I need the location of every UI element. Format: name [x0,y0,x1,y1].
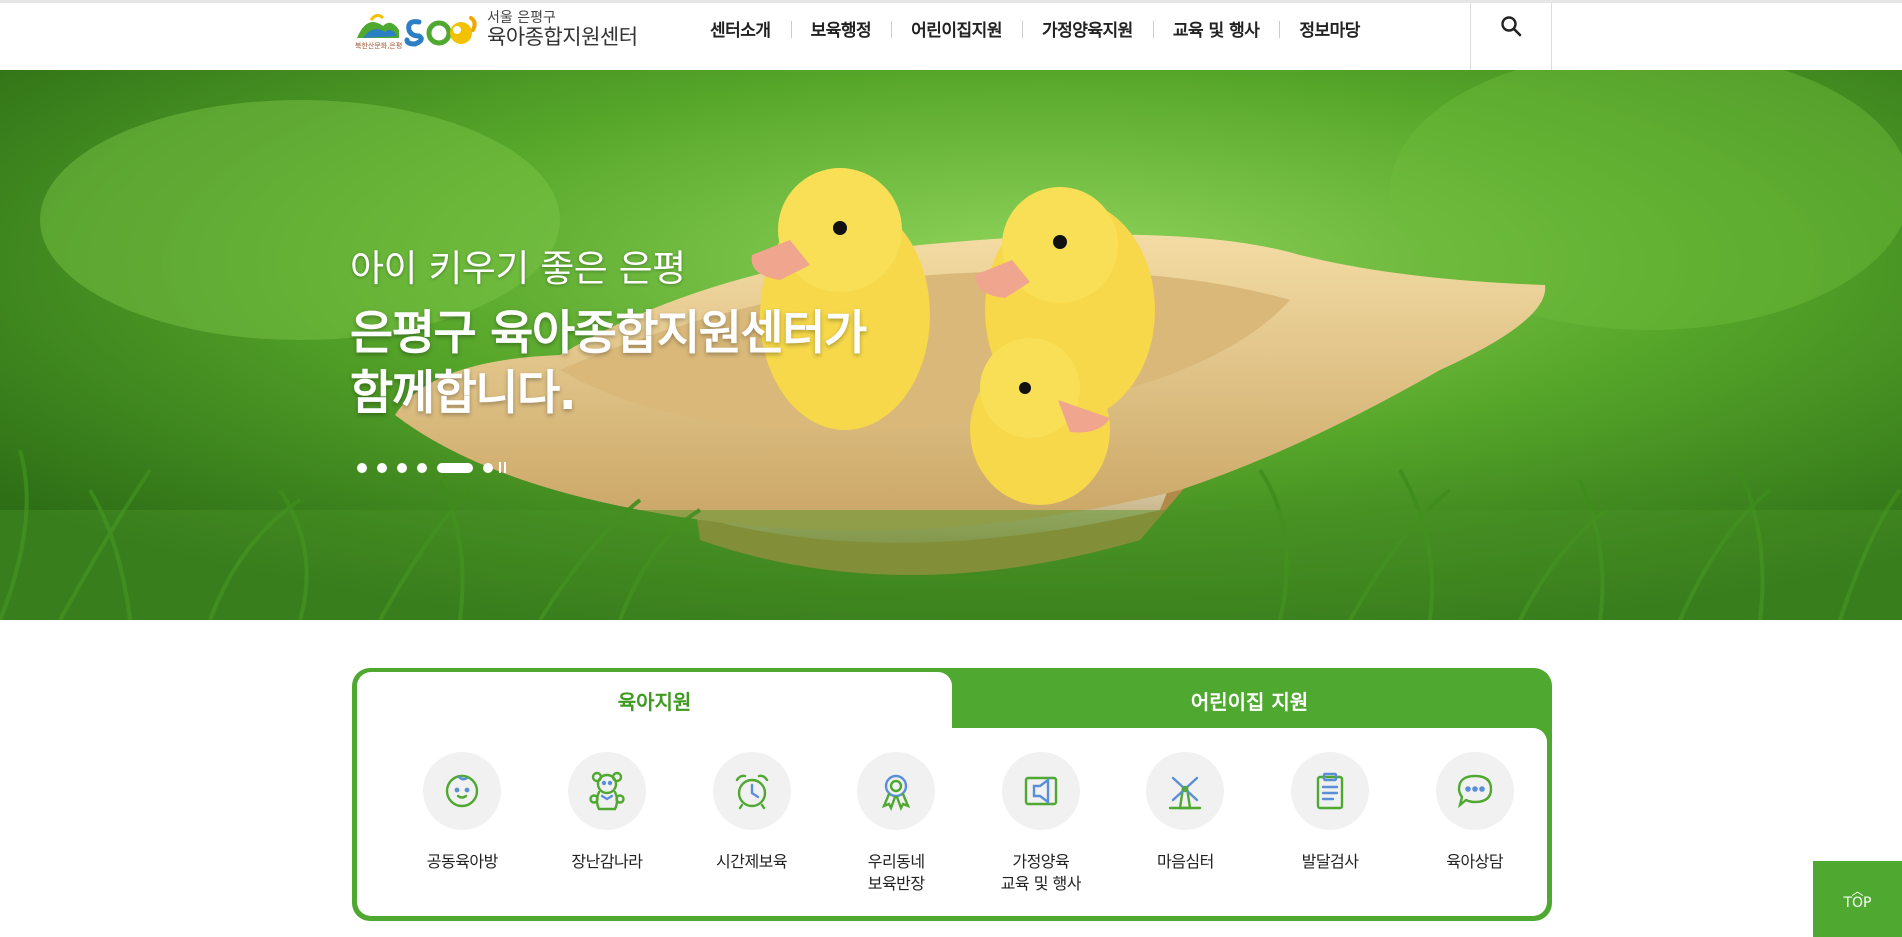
slide-pagination [357,462,506,473]
slide-dot-6[interactable] [483,462,493,473]
badge-ribbon-icon [881,774,911,812]
service-item-hourly-care[interactable]: 시간제보육 [679,728,824,895]
speaker-icon [1024,776,1058,806]
search-icon [1501,16,1522,37]
top-button-label: TOP [1843,895,1872,911]
nav-item-daycare-support[interactable]: 어린이집지원 [891,16,1022,41]
logo-slogan: 북한산문화,은평 [355,41,402,50]
windmill-icon [1169,776,1202,810]
service-icon-circle [567,752,646,830]
slide-dot-3[interactable] [397,462,407,473]
hero-title-line2: 함께합니다. [350,366,577,421]
service-label: 시간제보육 [716,852,788,871]
site-logo[interactable]: 북한산문화,은평 서울 은평구 육아종합지원센터 [353,7,643,53]
nav-item-info[interactable]: 정보마당 [1279,16,1380,41]
clipboard-icon [1316,772,1344,810]
tab-parenting-support[interactable]: 육아지원 [357,672,952,728]
service-icon-circle [1435,752,1514,830]
service-icon-circle [1146,752,1225,830]
service-tabs: 육아지원 어린이집 지원 공동육아방 장난감나라 시간제보육 우리동네 보육반장… [352,668,1552,921]
site-header: 북한산문화,은평 서울 은평구 육아종합지원센터 센터소개 보육행정 어린이집지… [0,3,1902,70]
service-label: 우리동네 보육반장 [867,852,925,893]
hero-ducklings-image [0,70,1902,620]
alarm-clock-icon [735,774,768,810]
service-icon-circle [1001,752,1080,830]
slide-dot-1[interactable] [357,462,367,473]
service-label: 발달검사 [1301,852,1359,871]
chevron-up-icon: ︿ [1851,884,1864,898]
service-icon-circle [712,752,791,830]
service-label: 장난감나라 [571,852,643,871]
service-label: 마음심터 [1156,852,1214,871]
slide-dot-2[interactable] [377,462,387,473]
chat-bubble-icon [1457,774,1492,809]
logo-subtitle: 서울 은평구 [487,9,556,26]
service-label: 공동육아방 [426,852,499,871]
search-button[interactable] [1470,3,1552,70]
pause-icon[interactable] [499,462,506,473]
hero-banner: 아이 키우기 좋은 은평 은평구 육아종합지원센터가 함께합니다. [0,70,1902,620]
hero-copy: 아이 키우기 좋은 은평 은평구 육아종합지원센터가 함께합니다. [350,238,867,424]
hero-title: 은평구 육아종합지원센터가 함께합니다. [350,304,867,424]
nav-item-center-intro[interactable]: 센터소개 [690,16,791,41]
service-icon-circle [1291,752,1370,830]
service-item-coop-childcare[interactable]: 공동육아방 [390,728,535,895]
service-label: 가정양육 교육 및 행사 [1000,852,1082,893]
tab-daycare-support[interactable]: 어린이집 지원 [952,672,1547,728]
service-item-home-parenting-events[interactable]: 가정양육 교육 및 행사 [969,728,1114,895]
main-nav: 센터소개 보육행정 어린이집지원 가정양육지원 교육 및 행사 정보마당 [690,3,1380,53]
service-item-neighborhood-leader[interactable]: 우리동네 보육반장 [824,728,969,895]
service-item-parenting-counsel[interactable]: 육아상담 [1402,728,1547,895]
slide-dot-4[interactable] [417,462,427,473]
nav-item-childcare-admin[interactable]: 보육행정 [790,16,892,41]
service-item-development-test[interactable]: 발달검사 [1258,728,1403,895]
service-item-mind-rest[interactable]: 마음심터 [1113,728,1258,895]
nav-item-home-parenting[interactable]: 가정양육지원 [1021,16,1153,41]
service-item-toy-library[interactable]: 장난감나라 [535,728,680,895]
tab-panel: 공동육아방 장난감나라 시간제보육 우리동네 보육반장 가정양육 교육 및 행사… [357,728,1547,916]
slide-dot-5-active[interactable] [437,462,473,473]
scroll-top-button[interactable]: ︿ TOP [1813,861,1902,937]
eunpyeong-logo-icon: 북한산문화,은평 [355,13,477,50]
baby-face-icon [446,774,479,808]
hero-title-line1: 은평구 육아종합지원센터가 [350,306,867,361]
logo-title: 육아종합지원센터 [487,25,638,50]
nav-item-education-events[interactable]: 교육 및 행사 [1152,16,1280,41]
service-icon-circle [423,752,502,830]
teddy-bear-icon [589,771,625,811]
hero-subtitle: 아이 키우기 좋은 은평 [350,247,686,290]
service-label: 육아상담 [1446,852,1504,871]
service-icon-circle [857,752,936,830]
service-list: 공동육아방 장난감나라 시간제보육 우리동네 보육반장 가정양육 교육 및 행사… [357,728,1547,895]
